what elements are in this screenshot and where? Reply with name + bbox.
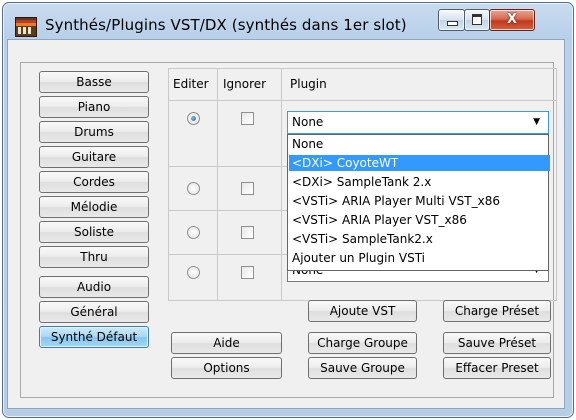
aide-button[interactable]: Aide xyxy=(171,332,282,354)
side-button-audio[interactable]: Audio xyxy=(39,276,149,298)
minimize-button[interactable] xyxy=(438,9,465,31)
side-button-cordes[interactable]: Cordes xyxy=(39,171,149,193)
close-button[interactable]: X xyxy=(489,9,535,31)
side-button-m-lodie[interactable]: Mélodie xyxy=(39,196,149,218)
ajoute-vst-button[interactable]: Ajoute VST xyxy=(308,300,417,322)
edit-radio-row-4[interactable] xyxy=(187,266,200,279)
plugin-dropdown-list: None <DXi> CoyoteWT <DXi> SampleTank 2.x <V… xyxy=(287,134,550,271)
header-editer: Editer xyxy=(173,77,209,91)
options-button[interactable]: Options xyxy=(171,357,282,379)
header-plugin: Plugin xyxy=(290,77,327,91)
minimize-icon xyxy=(447,21,458,26)
sauve-preset-button[interactable]: Sauve Préset xyxy=(443,332,551,354)
edit-radio-row-2[interactable] xyxy=(187,182,200,195)
side-button-thru[interactable]: Thru xyxy=(39,246,149,268)
side-button-drums[interactable]: Drums xyxy=(39,121,149,143)
plugin-combo-1[interactable]: None ▼ xyxy=(287,111,549,134)
ignore-checkbox-row-2[interactable] xyxy=(241,182,254,195)
maximize-icon xyxy=(472,14,482,25)
side-button-soliste[interactable]: Soliste xyxy=(39,221,149,243)
effacer-preset-button[interactable]: Effacer Preset xyxy=(443,357,551,379)
side-button-piano[interactable]: Piano xyxy=(39,96,149,118)
ignore-checkbox-row-4[interactable] xyxy=(241,266,254,279)
window-title: Synthés/Plugins VST/DX (synthés dans 1er… xyxy=(45,16,407,34)
plugin-combo-1-value: None xyxy=(292,115,324,129)
close-icon: X xyxy=(506,12,518,27)
dropdown-option[interactable]: <VSTi> SampleTank2.x xyxy=(289,231,550,247)
dropdown-option[interactable]: None xyxy=(289,136,550,152)
dropdown-option[interactable]: Ajouter un Plugin VSTi xyxy=(289,250,550,266)
side-button-synth-d-faut[interactable]: Synthé Défaut xyxy=(39,326,149,348)
ignore-checkbox-row-1[interactable] xyxy=(241,112,254,125)
dropdown-option[interactable]: <DXi> SampleTank 2.x xyxy=(289,174,550,190)
side-button-guitare[interactable]: Guitare xyxy=(39,146,149,168)
sauve-groupe-button[interactable]: Sauve Groupe xyxy=(308,357,417,379)
edit-radio-row-3[interactable] xyxy=(187,226,200,239)
dropdown-option[interactable]: <DXi> CoyoteWT xyxy=(289,155,550,171)
ignore-checkbox-row-3[interactable] xyxy=(241,226,254,239)
charge-groupe-button[interactable]: Charge Groupe xyxy=(308,332,417,354)
maximize-button[interactable] xyxy=(464,9,490,31)
chevron-down-icon[interactable]: ▼ xyxy=(533,112,540,133)
header-ignorer: Ignorer xyxy=(223,77,267,91)
edit-radio-row-1[interactable] xyxy=(187,112,200,125)
dropdown-option[interactable]: <VSTi> ARIA Player Multi VST_x86 xyxy=(289,193,550,209)
charge-preset-button[interactable]: Charge Préset xyxy=(443,300,551,322)
side-button-g-n-ral[interactable]: Général xyxy=(39,301,149,323)
side-button-basse[interactable]: Basse xyxy=(39,71,149,93)
dropdown-option[interactable]: <VSTi> ARIA Player VST_x86 xyxy=(289,212,550,228)
synth-keyboard-icon xyxy=(15,17,37,37)
